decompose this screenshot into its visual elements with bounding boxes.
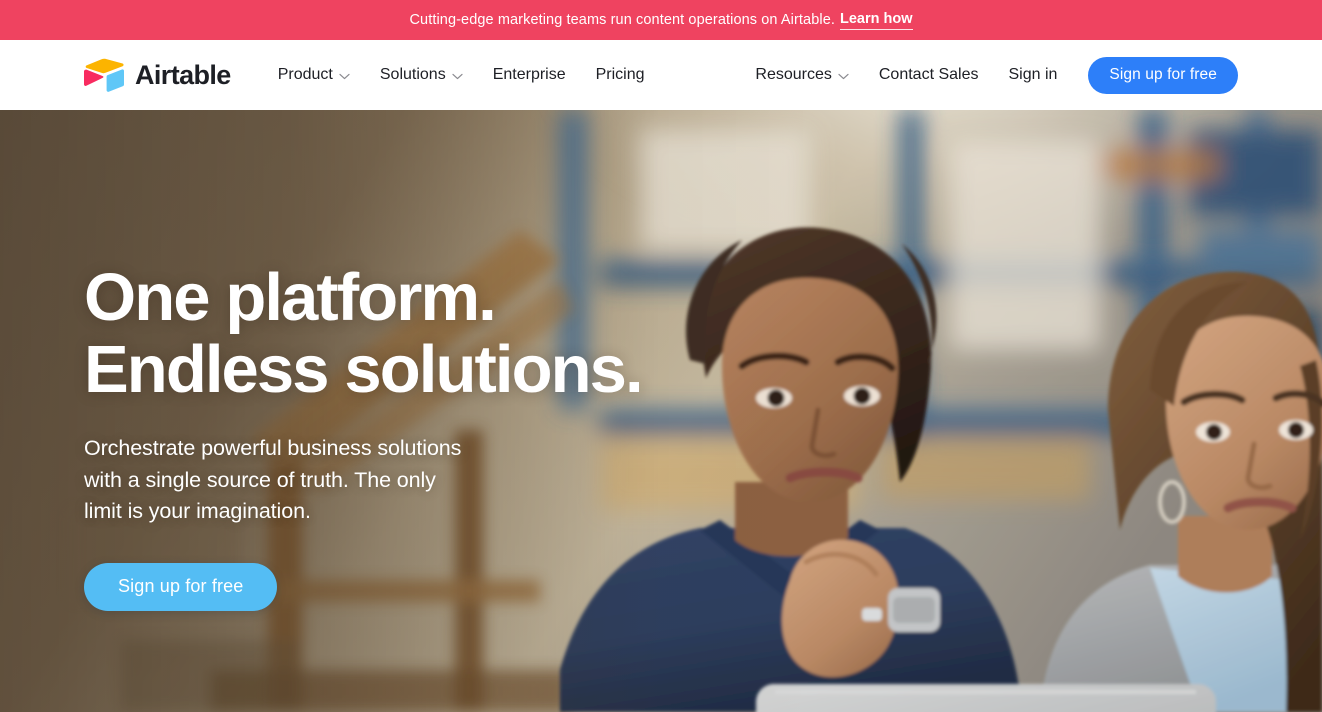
announcement-learn-how-link[interactable]: Learn how — [840, 11, 913, 30]
chevron-down-icon — [339, 73, 350, 79]
nav-secondary-links: Resources Contact Sales Sign in Sign up … — [740, 56, 1238, 94]
nav-item-resources[interactable]: Resources — [740, 59, 863, 91]
hero-subtitle-line-2: with a single source of truth. The only — [84, 467, 436, 492]
nav-sign-up-button[interactable]: Sign up for free — [1088, 56, 1238, 94]
chevron-down-icon — [452, 73, 463, 79]
hero-title-line-2: Endless solutions. — [84, 331, 644, 407]
nav-item-resources-label: Resources — [755, 66, 832, 83]
hero-content: One platform. Endless solutions. Orchest… — [84, 262, 704, 611]
announcement-banner: Cutting-edge marketing teams run content… — [0, 0, 1322, 40]
hero-title-line-1: One platform. — [84, 260, 497, 335]
hero-title: One platform. Endless solutions. — [84, 262, 704, 405]
chevron-down-icon — [838, 73, 849, 79]
hero-sign-up-button[interactable]: Sign up for free — [84, 562, 278, 611]
hero-section: One platform. Endless solutions. Orchest… — [0, 110, 1322, 712]
main-navigation-bar: Airtable Product Solutions Enterprise Pr… — [0, 40, 1322, 110]
brand-name-text: Airtable — [135, 59, 231, 90]
announcement-text: Cutting-edge marketing teams run content… — [409, 11, 836, 28]
nav-item-solutions[interactable]: Solutions — [365, 59, 478, 91]
nav-item-sign-in-label: Sign in — [1008, 66, 1058, 83]
airtable-logo-icon — [84, 58, 124, 92]
nav-primary-links: Product Solutions Enterprise Pricing — [263, 59, 660, 91]
hero-subtitle: Orchestrate powerful business solutions … — [84, 433, 514, 527]
nav-item-enterprise-label: Enterprise — [492, 66, 566, 83]
airtable-logo-link[interactable]: Airtable — [84, 58, 231, 92]
nav-item-product-label: Product — [277, 66, 333, 83]
nav-item-contact-sales-label: Contact Sales — [878, 66, 979, 83]
hero-subtitle-line-3: limit is your imagination. — [84, 499, 311, 524]
nav-item-product[interactable]: Product — [263, 59, 365, 91]
nav-item-solutions-label: Solutions — [379, 66, 446, 83]
airtable-homepage: Cutting-edge marketing teams run content… — [0, 0, 1322, 712]
nav-item-sign-in[interactable]: Sign in — [993, 59, 1072, 91]
nav-item-enterprise[interactable]: Enterprise — [478, 59, 581, 91]
hero-subtitle-line-1: Orchestrate powerful business solutions — [84, 436, 462, 461]
nav-item-contact-sales[interactable]: Contact Sales — [864, 59, 994, 91]
nav-item-pricing-label: Pricing — [595, 66, 645, 83]
nav-item-pricing[interactable]: Pricing — [581, 59, 660, 91]
